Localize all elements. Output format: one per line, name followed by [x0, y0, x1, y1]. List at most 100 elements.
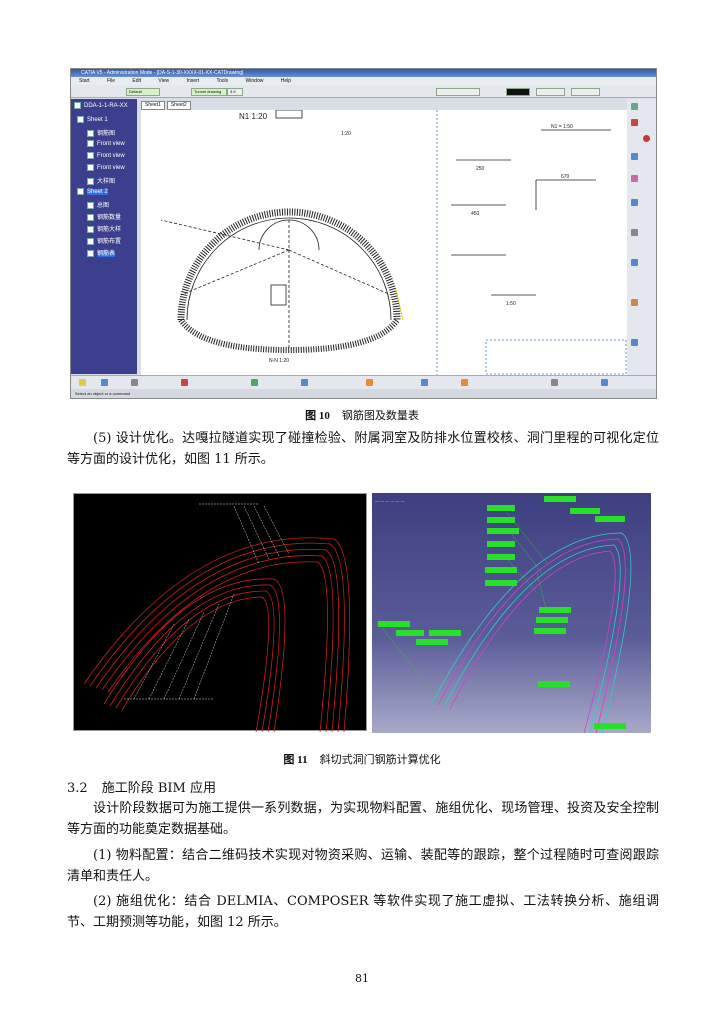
tunnel-rebar-drawing: N1 1:20 1:20 N-N 1:20 N1 = 1:50 250 450 … — [160, 109, 627, 375]
tool-icon[interactable] — [631, 299, 638, 306]
section-heading: 3.2 施工阶段 BIM 应用 — [67, 778, 659, 799]
tab-sheet1[interactable]: Sheet1 — [141, 101, 165, 110]
tree-item-selected[interactable]: 钢筋表 — [87, 248, 116, 257]
tool-icon[interactable] — [631, 175, 638, 182]
tree-item[interactable]: 钢筋数量 — [87, 212, 121, 221]
bottom-toolbar — [71, 375, 656, 390]
tool-icon[interactable] — [181, 379, 188, 386]
section-number: 3.2 — [67, 781, 88, 796]
sheet-tabs: Sheet1 Sheet2 — [141, 101, 193, 110]
tool-icon[interactable] — [421, 379, 428, 386]
tree-item[interactable]: Front view — [87, 140, 125, 147]
menu-start[interactable]: Start — [79, 78, 90, 84]
drawing-icon — [74, 102, 81, 109]
clash-label — [485, 567, 517, 573]
top-toolbar: Default Tunnel drawing 3.5 — [71, 85, 656, 98]
view-icon — [87, 129, 94, 137]
folder-icon[interactable] — [79, 379, 86, 386]
menu-insert[interactable]: Insert — [187, 78, 200, 84]
tree-item-selected[interactable]: Sheet 2 — [77, 188, 108, 196]
caption-number: 图 10 — [305, 410, 330, 422]
page-number: 81 — [355, 972, 369, 985]
sheet-icon — [77, 116, 84, 123]
clash-label — [544, 496, 576, 502]
linetype-combo[interactable] — [536, 88, 565, 96]
zoom-icon[interactable] — [301, 379, 308, 386]
view-icon — [87, 213, 94, 221]
menu-edit[interactable]: Edit — [132, 78, 141, 84]
paragraph: (1) 物料配置：结合二维码技术实现对物资采购、运输、装配等的跟踪，整个过程随时… — [67, 848, 659, 884]
tree-item[interactable]: 总图 — [87, 200, 109, 209]
clash-label — [396, 630, 424, 636]
tool-icon[interactable] — [631, 103, 638, 110]
tab-sheet2[interactable]: Sheet2 — [166, 101, 191, 110]
tool-icon[interactable] — [631, 119, 638, 126]
tree-item[interactable]: 钢筋图 — [87, 128, 115, 137]
layer-combo[interactable] — [436, 88, 480, 96]
font-size-combo[interactable]: 3.5 — [227, 88, 243, 96]
tree-item[interactable]: 大样图 — [87, 176, 115, 185]
window-title-bar: CATIA V5 - Administration Mode - [DA-S-1… — [71, 69, 656, 77]
figure-10-catia-screenshot: CATIA V5 - Administration Mode - [DA-S-1… — [70, 68, 657, 399]
figure-11-rebar-wireframe — [73, 493, 367, 733]
clash-label — [485, 580, 517, 586]
caption-text: 斜切式洞门钢筋计算优化 — [319, 753, 441, 766]
drawing-canvas[interactable]: N1 1:20 1:20 N-N 1:20 N1 = 1:50 250 450 … — [141, 109, 627, 375]
tool-icon[interactable] — [631, 199, 638, 206]
view-icon — [87, 237, 94, 245]
red-rebar-arcs — [83, 503, 350, 733]
clash-label — [594, 723, 626, 729]
clash-label — [487, 528, 519, 534]
tool-icon[interactable] — [131, 379, 138, 386]
view-icon — [87, 225, 94, 233]
menu-help[interactable]: Help — [281, 78, 291, 84]
caption-number: 图 11 — [283, 754, 308, 766]
tree-root[interactable]: DDA-1-1-RA-XX — [74, 102, 128, 109]
tree-item[interactable]: Front view — [87, 152, 125, 159]
style-combo[interactable]: Default — [126, 88, 160, 96]
dim-label: 250 — [476, 166, 485, 172]
tool-icon[interactable] — [251, 379, 258, 386]
view-icon — [87, 164, 94, 171]
save-icon[interactable] — [101, 379, 108, 386]
tool-icon[interactable] — [461, 379, 468, 386]
tool-icon[interactable] — [631, 229, 638, 236]
view-icon — [87, 249, 94, 257]
figure-11-collision-check-view: — — — — — — — [372, 493, 651, 733]
dim-label: 1:50 — [506, 301, 516, 307]
tree-item[interactable]: 钢筋布置 — [87, 236, 121, 245]
clash-label — [595, 516, 625, 522]
tree-item[interactable]: Front view — [87, 164, 125, 171]
color-combo[interactable] — [506, 88, 530, 96]
menu-view[interactable]: View — [158, 78, 169, 84]
label-section: N-N 1:20 — [269, 358, 289, 364]
paper-page: CATIA V5 - Administration Mode - [DA-S-1… — [0, 0, 724, 1024]
figure-10-caption: 图 10 钢筋图及数量表 — [0, 407, 724, 423]
view-icon — [87, 152, 94, 159]
tool-icon[interactable] — [551, 379, 558, 386]
menu-window[interactable]: Window — [246, 78, 264, 84]
font-combo[interactable]: Tunnel drawing — [191, 88, 227, 96]
label-detail: 1:20 — [341, 131, 351, 137]
clash-label — [487, 505, 515, 511]
specification-tree: DDA-1-1-RA-XX Sheet 1 钢筋图 Front view Fro… — [71, 99, 137, 374]
tool-icon[interactable] — [601, 379, 608, 386]
lineweight-combo[interactable] — [571, 88, 600, 96]
tool-icon[interactable] — [631, 259, 638, 266]
tree-item[interactable]: Sheet 1 — [77, 116, 108, 123]
table-title: N1 = 1:50 — [551, 124, 573, 130]
dim-label: 670 — [561, 174, 570, 180]
section-title: 施工阶段 BIM 应用 — [101, 781, 216, 796]
tree-item[interactable]: 钢筋大样 — [87, 224, 121, 233]
clash-label — [378, 621, 410, 627]
tool-icon[interactable] — [631, 339, 638, 346]
clash-label — [570, 508, 600, 514]
clash-label — [487, 554, 515, 560]
clash-label — [534, 628, 566, 634]
menu-tools[interactable]: Tools — [216, 78, 228, 84]
figure-11-caption: 图 11 斜切式洞门钢筋计算优化 — [0, 751, 724, 767]
tool-icon[interactable] — [366, 379, 373, 386]
close-icon[interactable] — [643, 135, 650, 142]
tool-icon[interactable] — [631, 153, 638, 160]
menu-file[interactable]: File — [107, 78, 115, 84]
